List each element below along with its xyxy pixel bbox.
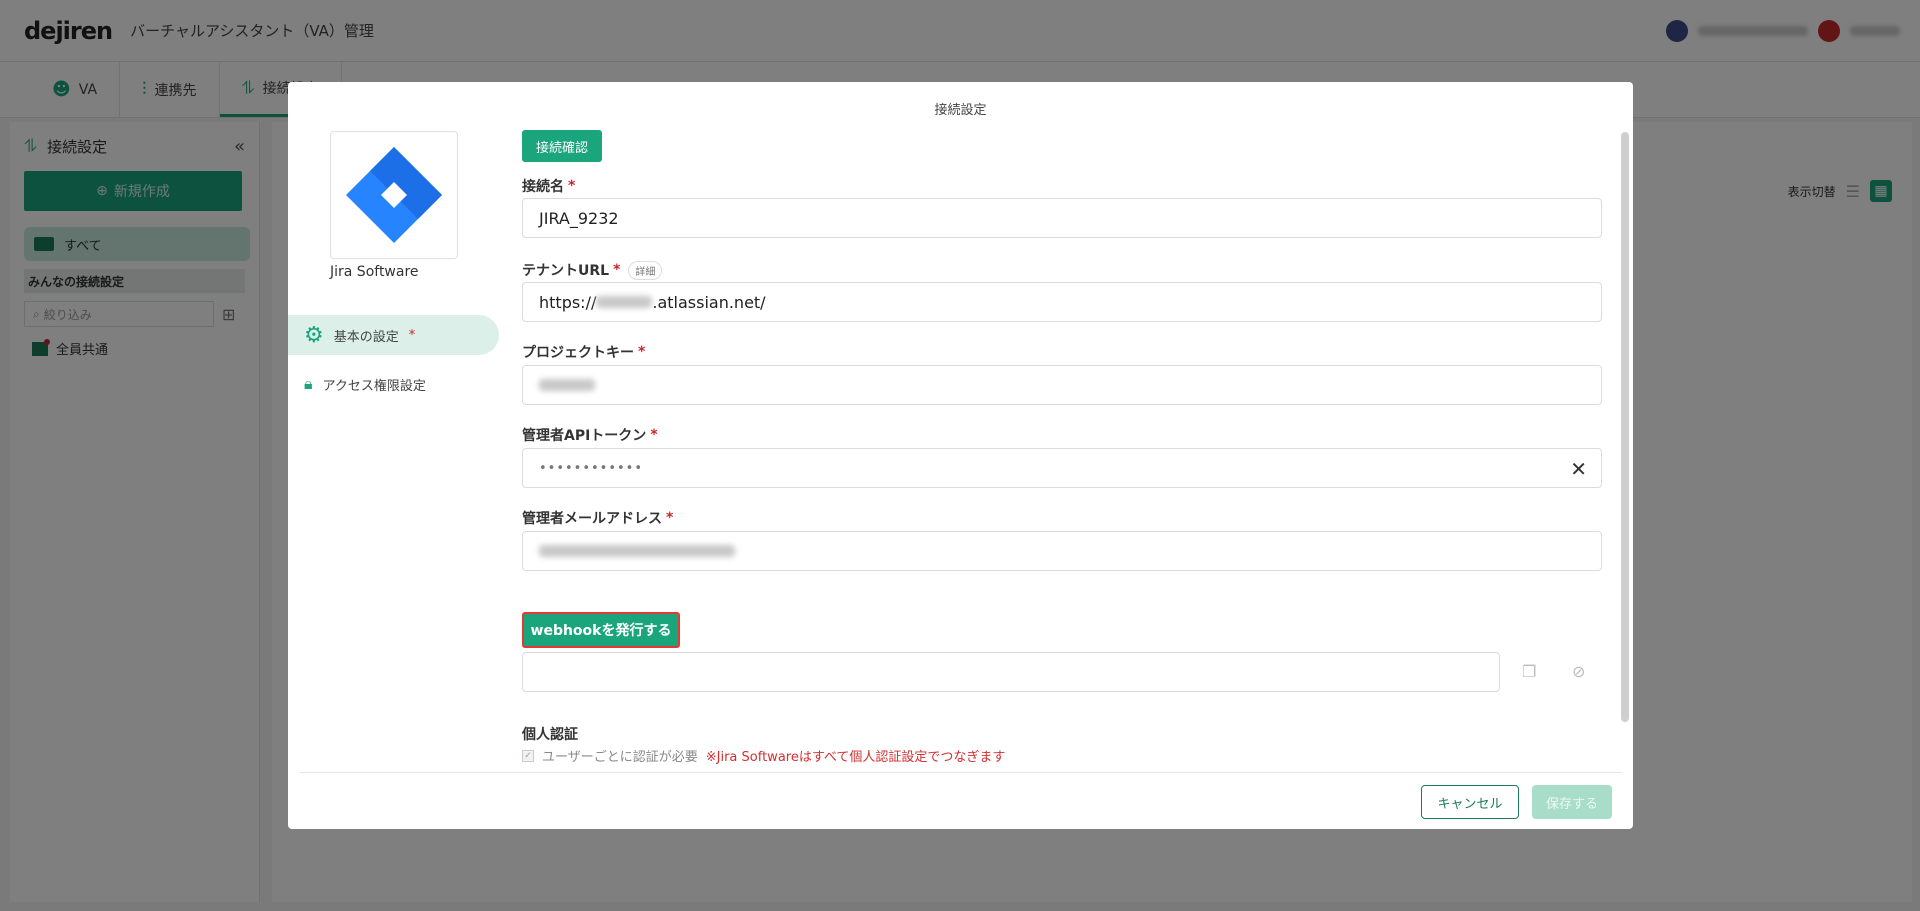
- service-name: Jira Software: [330, 264, 419, 280]
- admin-email-input[interactable]: [522, 531, 1602, 571]
- project-key-input[interactable]: [522, 365, 1602, 405]
- cancel-button[interactable]: キャンセル: [1421, 785, 1519, 819]
- url-suffix: .atlassian.net/: [652, 292, 766, 312]
- save-button[interactable]: 保存する: [1532, 785, 1612, 819]
- label-text: 接続名: [522, 179, 564, 195]
- footer-divider: [300, 772, 1622, 773]
- connection-test-button[interactable]: 接続確認: [522, 130, 602, 162]
- nav-label: アクセス権限設定: [322, 378, 426, 394]
- label-text: プロジェクトキー: [522, 345, 634, 361]
- lock-icon: 🔒︎: [304, 374, 313, 393]
- connection-settings-modal: 接続設定 Jira Software ⚙ 基本の設定 * 🔒︎ アクセス権限設定…: [288, 82, 1633, 829]
- webhook-url-field[interactable]: [522, 652, 1500, 692]
- connection-name-input[interactable]: JIRA_9232: [522, 198, 1602, 238]
- connection-name-label: 接続名 *: [522, 176, 575, 196]
- personal-auth-checkbox[interactable]: ✓: [522, 749, 534, 762]
- tenant-url-input[interactable]: https:// .atlassian.net/: [522, 282, 1602, 322]
- label-text: 管理者メールアドレス: [522, 511, 662, 527]
- input-value: JIRA_9232: [539, 208, 619, 228]
- checkbox-label: ユーザーごとに認証が必要: [542, 750, 698, 765]
- label-text: テナントURL: [522, 263, 610, 279]
- admin-email-label: 管理者メールアドレス *: [522, 508, 673, 528]
- required-mark: *: [568, 178, 576, 194]
- project-key-label: プロジェクトキー *: [522, 342, 645, 362]
- clear-icon[interactable]: ✕: [1570, 457, 1587, 481]
- jira-logo-icon: [346, 147, 442, 243]
- detail-link[interactable]: 詳細: [628, 260, 663, 280]
- api-token-input[interactable]: •••••••••••• ✕: [522, 448, 1602, 488]
- label-text: 管理者APIトークン: [522, 428, 647, 444]
- gear-icon: ⚙: [304, 322, 324, 348]
- masked-token: ••••••••••••: [539, 460, 644, 476]
- service-logo: [330, 131, 458, 259]
- redacted-project-key: [539, 379, 595, 391]
- redacted-tenant: [596, 296, 653, 308]
- required-mark: *: [408, 327, 416, 343]
- url-prefix: https://: [539, 292, 597, 312]
- copy-icon[interactable]: ❐: [1522, 662, 1536, 681]
- required-mark: *: [613, 262, 621, 278]
- personal-auth-note: ※Jira Softwareはすべて個人認証設定でつなぎます: [705, 750, 1006, 765]
- api-token-label: 管理者APIトークン *: [522, 425, 658, 445]
- nav-access-settings[interactable]: 🔒︎ アクセス権限設定: [288, 364, 499, 404]
- nav-basic-settings[interactable]: ⚙ 基本の設定 *: [288, 315, 499, 355]
- personal-auth-label: 個人認証: [522, 727, 578, 743]
- modal-scrollbar[interactable]: [1621, 132, 1629, 722]
- personal-auth-row: ✓ ユーザーごとに認証が必要 ※Jira Softwareはすべて個人認証設定で…: [522, 746, 1005, 765]
- required-mark: *: [638, 344, 646, 360]
- eye-off-icon[interactable]: ⊘: [1572, 662, 1585, 681]
- issue-webhook-button[interactable]: webhookを発行する: [522, 612, 680, 648]
- modal-left-panel: Jira Software ⚙ 基本の設定 * 🔒︎ アクセス権限設定: [288, 82, 503, 829]
- required-mark: *: [666, 510, 674, 526]
- redacted-email: [539, 545, 735, 557]
- tenant-url-label: テナントURL * 詳細: [522, 260, 663, 280]
- required-mark: *: [650, 427, 658, 443]
- nav-label: 基本の設定: [333, 329, 399, 345]
